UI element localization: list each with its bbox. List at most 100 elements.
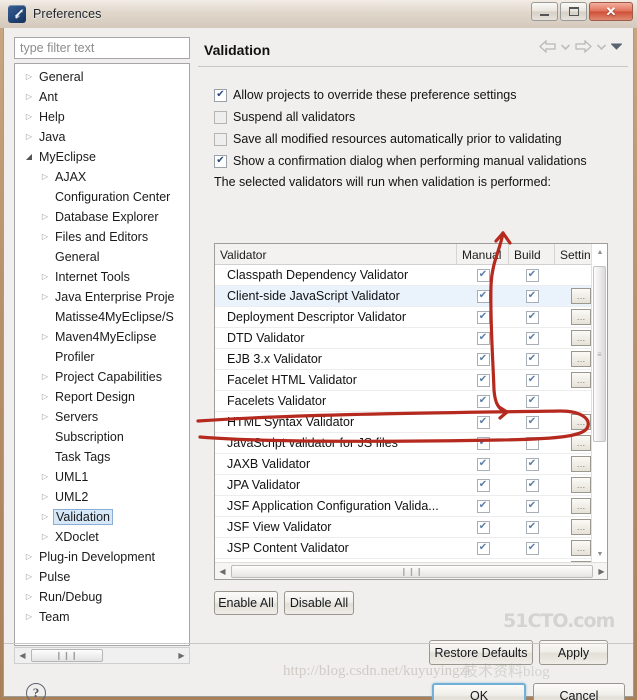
scroll-right-icon[interactable]: ▶ bbox=[594, 567, 607, 576]
disable-all-button[interactable]: Disable All bbox=[284, 591, 354, 615]
build-checkbox-cell[interactable]: ✔ bbox=[509, 328, 555, 349]
chevron-right-icon[interactable]: ▷ bbox=[37, 413, 53, 421]
table-row[interactable]: JSF Application Configuration Valida... ✔… bbox=[215, 496, 607, 517]
table-row[interactable]: Facelet HTML Validator ✔ ✔… bbox=[215, 370, 607, 391]
build-checkbox-cell[interactable]: ✔ bbox=[509, 517, 555, 538]
sidebar-horizontal-scrollbar[interactable]: ◀ ❙❙❙ ▶ bbox=[14, 647, 190, 664]
checkbox-checked-icon[interactable]: ✔ bbox=[476, 310, 490, 324]
option-row[interactable]: Suspend all validators bbox=[214, 106, 628, 128]
checkbox-checked-icon[interactable]: ✔ bbox=[525, 478, 539, 492]
sidebar-item-database-explorer[interactable]: ▷ Database Explorer bbox=[15, 207, 189, 227]
manual-checkbox-cell[interactable]: ✔ bbox=[457, 454, 509, 475]
option-row[interactable]: ✔ Allow projects to override these prefer… bbox=[214, 84, 628, 106]
build-checkbox-cell[interactable]: ✔ bbox=[509, 475, 555, 496]
option-row[interactable]: ✔ Show a confirmation dialog when perform… bbox=[214, 150, 628, 172]
sidebar-item-configuration-center[interactable]: Configuration Center bbox=[15, 187, 189, 207]
checkbox-checked-icon[interactable]: ✔ bbox=[476, 436, 490, 450]
checkbox-checked-icon[interactable]: ✔ bbox=[214, 154, 227, 168]
checkbox-checked-icon[interactable]: ✔ bbox=[476, 352, 490, 366]
chevron-right-icon[interactable]: ▷ bbox=[37, 333, 53, 341]
checkbox-checked-icon[interactable]: ✔ bbox=[476, 520, 490, 534]
sidebar-item-project-capabilities[interactable]: ▷ Project Capabilities bbox=[15, 367, 189, 387]
chevron-right-icon[interactable]: ▷ bbox=[37, 473, 53, 481]
build-checkbox-cell[interactable]: ✔ bbox=[509, 349, 555, 370]
manual-checkbox-cell[interactable]: ✔ bbox=[457, 286, 509, 307]
table-row[interactable]: Facelets Validator ✔ ✔ bbox=[215, 391, 607, 412]
chevron-right-icon[interactable]: ▷ bbox=[37, 233, 53, 241]
table-vertical-scrollbar[interactable]: ▲ ≡ ▼ bbox=[591, 244, 607, 562]
checkbox-checked-icon[interactable]: ✔ bbox=[476, 373, 490, 387]
chevron-right-icon[interactable]: ▷ bbox=[21, 573, 37, 581]
sidebar-item-subscription[interactable]: Subscription bbox=[15, 427, 189, 447]
sidebar-item-xdoclet[interactable]: ▷ XDoclet bbox=[15, 527, 189, 547]
checkbox-checked-icon[interactable]: ✔ bbox=[525, 457, 539, 471]
checkbox-checked-icon[interactable]: ✔ bbox=[525, 268, 539, 282]
chevron-right-icon[interactable]: ▷ bbox=[37, 533, 53, 541]
manual-checkbox-cell[interactable]: ✔ bbox=[457, 370, 509, 391]
sidebar-item-files-and-editors[interactable]: ▷ Files and Editors bbox=[15, 227, 189, 247]
sidebar-item-validation[interactable]: ▷ Validation bbox=[15, 507, 189, 527]
checkbox-checked-icon[interactable]: ✔ bbox=[525, 331, 539, 345]
forward-arrow-icon[interactable] bbox=[575, 40, 592, 53]
manual-checkbox-cell[interactable]: ✔ bbox=[457, 328, 509, 349]
chevron-right-icon[interactable]: ▷ bbox=[21, 593, 37, 601]
checkbox-checked-icon[interactable]: ✔ bbox=[525, 394, 539, 408]
table-row[interactable]: JavaScript validator for JS files ✔… bbox=[215, 433, 607, 454]
checkbox-checked-icon[interactable]: ✔ bbox=[476, 415, 490, 429]
sidebar-item-servers[interactable]: ▷ Servers bbox=[15, 407, 189, 427]
checkbox-checked-icon[interactable]: ✔ bbox=[214, 88, 227, 102]
sidebar-item-java-enterprise-proje[interactable]: ▷ Java Enterprise Proje bbox=[15, 287, 189, 307]
column-header-validator[interactable]: Validator bbox=[215, 244, 457, 265]
scroll-up-icon[interactable]: ▲ bbox=[592, 244, 607, 260]
preferences-tree[interactable]: ▷ General ▷ Ant ▷ Help ▷ Java ◢ MyEclipse ▷ AJAX Con… bbox=[14, 63, 190, 646]
table-row[interactable]: JSF View Validator ✔ ✔… bbox=[215, 517, 607, 538]
chevron-right-icon[interactable]: ▷ bbox=[21, 113, 37, 121]
chevron-right-icon[interactable]: ▷ bbox=[37, 173, 53, 181]
build-checkbox-cell[interactable]: ✔ bbox=[509, 538, 555, 559]
checkbox-checked-icon[interactable]: ✔ bbox=[525, 289, 539, 303]
option-row[interactable]: Save all modified resources automaticall… bbox=[214, 128, 628, 150]
checkbox-checked-icon[interactable]: ✔ bbox=[476, 331, 490, 345]
chevron-right-icon[interactable]: ▷ bbox=[37, 513, 53, 521]
ok-button[interactable]: OK bbox=[432, 683, 526, 700]
sidebar-item-internet-tools[interactable]: ▷ Internet Tools bbox=[15, 267, 189, 287]
table-row[interactable]: HTML Syntax Validator ✔ ✔… bbox=[215, 412, 607, 433]
sidebar-item-help[interactable]: ▷ Help bbox=[15, 107, 189, 127]
table-row[interactable]: JPA Validator ✔ ✔… bbox=[215, 475, 607, 496]
sidebar-item-general[interactable]: ▷ General bbox=[15, 67, 189, 87]
chevron-right-icon[interactable]: ▷ bbox=[21, 613, 37, 621]
chevron-right-icon[interactable]: ▷ bbox=[21, 93, 37, 101]
sidebar-item-general[interactable]: General bbox=[15, 247, 189, 267]
enable-all-button[interactable]: Enable All bbox=[214, 591, 278, 615]
column-header-build[interactable]: Build bbox=[509, 244, 555, 265]
settings-ellipsis-button[interactable]: … bbox=[571, 540, 591, 556]
cancel-button[interactable]: Cancel bbox=[533, 683, 625, 700]
sidebar-item-ant[interactable]: ▷ Ant bbox=[15, 87, 189, 107]
scroll-left-icon[interactable]: ◀ bbox=[15, 651, 30, 660]
settings-ellipsis-button[interactable]: … bbox=[571, 477, 591, 493]
manual-checkbox-cell[interactable]: ✔ bbox=[457, 391, 509, 412]
checkbox-checked-icon[interactable]: ✔ bbox=[476, 478, 490, 492]
table-horizontal-scrollbar[interactable]: ◀ ❙❙❙ ▶ bbox=[215, 562, 607, 579]
checkbox-checked-icon[interactable]: ✔ bbox=[476, 541, 490, 555]
settings-ellipsis-button[interactable]: … bbox=[571, 435, 591, 451]
checkbox-checked-icon[interactable]: ✔ bbox=[476, 394, 490, 408]
chevron-right-icon[interactable]: ▷ bbox=[21, 133, 37, 141]
sidebar-item-uml1[interactable]: ▷ UML1 bbox=[15, 467, 189, 487]
help-icon[interactable]: ? bbox=[26, 683, 46, 700]
sidebar-item-plug-in-development[interactable]: ▷ Plug-in Development bbox=[15, 547, 189, 567]
scroll-track[interactable]: ≡ bbox=[592, 260, 607, 546]
checkbox-checked-icon[interactable]: ✔ bbox=[525, 310, 539, 324]
checkbox-checked-icon[interactable]: ✔ bbox=[476, 457, 490, 471]
view-menu-chevron-down-icon[interactable] bbox=[611, 43, 622, 50]
sidebar-item-ajax[interactable]: ▷ AJAX bbox=[15, 167, 189, 187]
checkbox-checked-icon[interactable]: ✔ bbox=[525, 520, 539, 534]
minimize-button[interactable] bbox=[531, 2, 558, 21]
manual-checkbox-cell[interactable]: ✔ bbox=[457, 349, 509, 370]
sidebar-item-profiler[interactable]: Profiler bbox=[15, 347, 189, 367]
settings-ellipsis-button[interactable]: … bbox=[571, 309, 591, 325]
sidebar-item-uml2[interactable]: ▷ UML2 bbox=[15, 487, 189, 507]
manual-checkbox-cell[interactable]: ✔ bbox=[457, 475, 509, 496]
chevron-right-icon[interactable]: ▷ bbox=[21, 553, 37, 561]
table-row[interactable]: JAXB Validator ✔ ✔… bbox=[215, 454, 607, 475]
